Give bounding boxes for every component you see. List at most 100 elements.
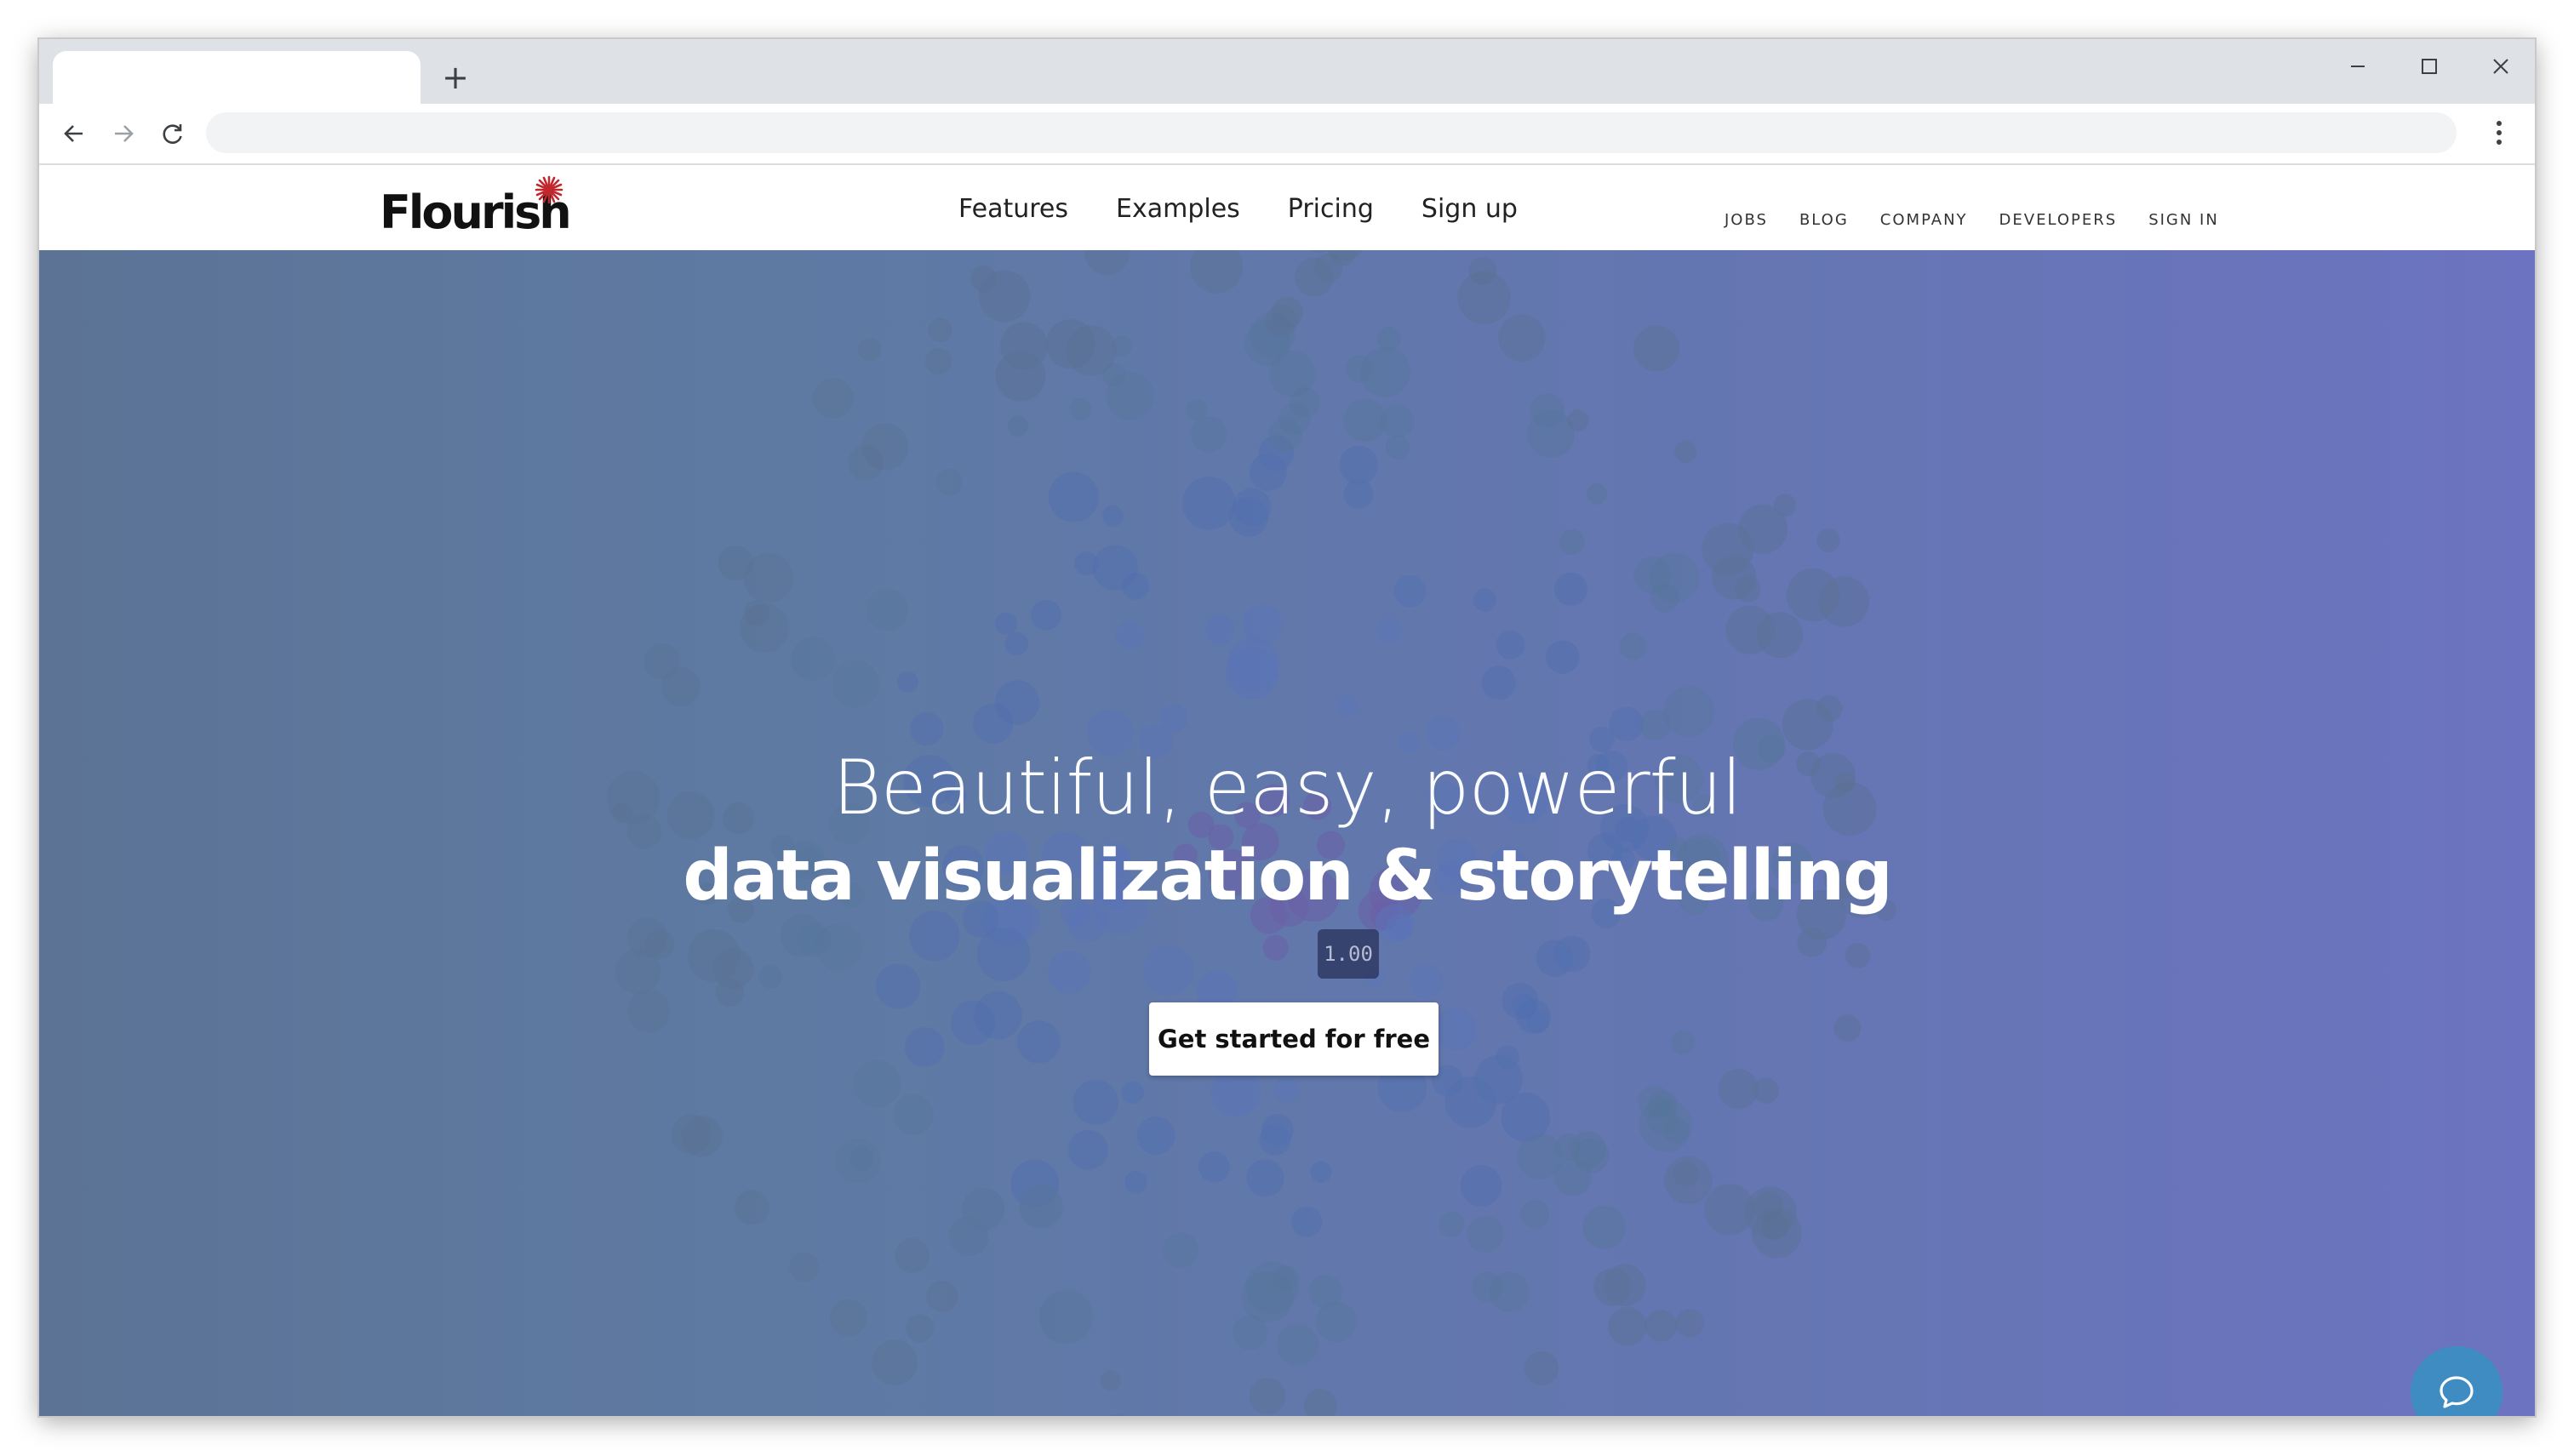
- bubble: [1376, 617, 1402, 643]
- bubble: [1262, 934, 1289, 961]
- bubble: [1408, 963, 1444, 999]
- bubble: [1191, 416, 1227, 453]
- tab-active[interactable]: [53, 51, 420, 104]
- bubble: [1702, 522, 1754, 575]
- utility-nav: JOBS BLOG COMPANY DEVELOPERS SIGN IN: [1725, 211, 2219, 229]
- close-button[interactable]: [2465, 46, 2535, 87]
- bubble: [926, 1280, 958, 1312]
- bubble: [1633, 556, 1672, 595]
- bubble: [1845, 943, 1871, 968]
- bubble: [1671, 1030, 1696, 1055]
- nav-company[interactable]: COMPANY: [1880, 211, 1968, 229]
- bubble: [1336, 694, 1358, 717]
- hero-section: Beautiful, easy, powerful data visualiza…: [39, 250, 2535, 1416]
- bubble: [1343, 398, 1387, 443]
- bubble: [1092, 545, 1139, 591]
- bubble: [1273, 1076, 1300, 1103]
- minimize-icon: [2351, 66, 2365, 67]
- bubble: [1273, 1265, 1300, 1292]
- bubble: [1816, 528, 1840, 553]
- bubble: [1069, 397, 1092, 420]
- bubble: [1102, 505, 1124, 527]
- main-nav: Features Examples Pricing Sign up: [958, 194, 1518, 224]
- bubble: [1439, 1211, 1465, 1238]
- bubble: [906, 1314, 935, 1343]
- bubble: [1295, 258, 1334, 297]
- bubble: [1109, 1413, 1126, 1416]
- bubble: [1526, 409, 1575, 458]
- plus-icon: +: [442, 59, 469, 96]
- nav-sign-up[interactable]: Sign up: [1421, 194, 1518, 224]
- bubble: [909, 711, 944, 746]
- bubble: [1068, 1130, 1108, 1170]
- bubble: [1619, 632, 1648, 660]
- get-started-button[interactable]: Get started for free: [1149, 1002, 1439, 1076]
- bubble: [1524, 1350, 1559, 1386]
- tab-strip: +: [39, 39, 2535, 104]
- minimize-button[interactable]: [2322, 46, 2394, 87]
- bubble: [1567, 409, 1589, 431]
- back-button[interactable]: [53, 112, 95, 155]
- bubble: [1472, 1271, 1503, 1303]
- nav-jobs[interactable]: JOBS: [1725, 211, 1768, 229]
- bubble: [875, 963, 921, 1009]
- bubble: [1290, 386, 1320, 418]
- bubble: [1639, 709, 1671, 740]
- bubble: [740, 603, 789, 653]
- bubble: [1718, 1069, 1759, 1110]
- bubble: [1143, 945, 1194, 996]
- bubble: [1773, 494, 1797, 517]
- browser-toolbar: [39, 104, 2535, 165]
- chat-icon: [2440, 1376, 2474, 1408]
- bubble: [1343, 479, 1374, 509]
- maximize-button[interactable]: [2394, 46, 2465, 87]
- nav-features[interactable]: Features: [958, 194, 1068, 224]
- browser-menu-button[interactable]: [2480, 114, 2518, 151]
- nav-sign-in[interactable]: SIGN IN: [2148, 211, 2219, 229]
- bubble: [1833, 1014, 1862, 1042]
- bubble: [928, 317, 952, 343]
- bubble: [1124, 1171, 1147, 1194]
- bubble: [1004, 631, 1029, 656]
- bubble: [1520, 1199, 1550, 1229]
- bubble: [961, 1187, 1005, 1230]
- bubble: [853, 1060, 901, 1108]
- bubble: [626, 917, 667, 958]
- bubble: [1066, 325, 1117, 376]
- reload-icon: [163, 124, 182, 144]
- reload-button[interactable]: [152, 112, 194, 155]
- bubble: [1498, 314, 1546, 362]
- bubble: [1259, 1123, 1291, 1156]
- bubble: [735, 1190, 769, 1225]
- kebab-menu-icon: [2497, 121, 2502, 145]
- bubble: [1608, 1307, 1647, 1346]
- bubble: [1185, 399, 1208, 421]
- bubble: [1663, 686, 1714, 737]
- bubble: [1554, 1133, 1582, 1161]
- bubble: [1664, 1156, 1713, 1205]
- new-tab-button[interactable]: +: [436, 58, 475, 97]
- arrow-right-icon: [115, 125, 134, 142]
- nav-examples[interactable]: Examples: [1116, 194, 1240, 224]
- bubble: [831, 659, 880, 708]
- browser-window: + Flourish Features Examples Pricing Sig…: [39, 39, 2535, 1416]
- address-bar[interactable]: [206, 112, 2457, 153]
- forward-button[interactable]: [102, 112, 145, 155]
- bubble: [1663, 1117, 1690, 1144]
- bubble: [994, 612, 1017, 635]
- bubble: [1757, 611, 1804, 659]
- bubble: [1496, 630, 1525, 659]
- bubble: [1457, 271, 1511, 325]
- bubble: [1249, 1378, 1286, 1415]
- bubble: [1782, 699, 1833, 751]
- bubble: [973, 703, 1014, 744]
- nav-pricing[interactable]: Pricing: [1288, 194, 1374, 224]
- bubble: [1559, 529, 1585, 555]
- bubble: [644, 642, 680, 680]
- nav-blog[interactable]: BLOG: [1799, 211, 1849, 229]
- bubble: [1310, 1161, 1332, 1183]
- bubble: [1272, 296, 1303, 328]
- bubble: [1315, 1301, 1357, 1343]
- nav-developers[interactable]: DEVELOPERS: [1999, 211, 2118, 229]
- close-icon: [2493, 59, 2508, 74]
